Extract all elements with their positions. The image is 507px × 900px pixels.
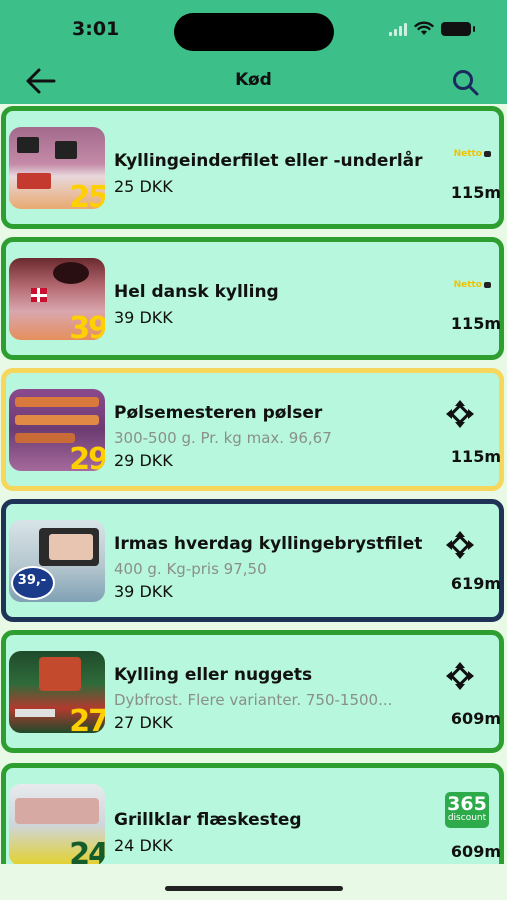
thumb-price-label: 27 <box>69 704 105 734</box>
diamond-arrows-icon <box>446 662 474 690</box>
offer-name: Kylling eller nuggets <box>114 665 313 685</box>
page-title: Kød <box>235 70 272 90</box>
offer-card[interactable]: 24 Grillklar flæskesteg 24 DKK 365 disco… <box>1 763 504 864</box>
offer-distance: 115m <box>450 183 501 202</box>
thumb-price-label: 25 <box>69 180 105 210</box>
offer-card[interactable]: 39,- Irmas hverdag kyllingebrystfilet 40… <box>1 499 504 622</box>
offer-distance: 609m <box>450 709 501 728</box>
store-365-logo: 365 discount <box>445 792 489 828</box>
offer-name: Hel dansk kylling <box>114 282 279 302</box>
offer-distance: 619m <box>450 574 501 593</box>
offer-description: 400 g. Kg-pris 97,50 <box>114 560 267 578</box>
thumb-price-label: 39,- <box>17 573 47 588</box>
offer-name: Pølsemesteren pølser <box>114 403 323 423</box>
offer-list[interactable]: 25 Kyllingeinderfilet eller -underlår 25… <box>0 104 507 864</box>
offer-price: 25 DKK <box>114 177 173 196</box>
netto-logo: Netto <box>454 280 491 290</box>
thumb-price-label: 29 <box>69 442 105 472</box>
offer-price: 39 DKK <box>114 582 173 601</box>
offer-description: 300-500 g. Pr. kg max. 96,67 <box>114 429 332 447</box>
offer-name: Grillklar flæskesteg <box>114 810 302 830</box>
offer-card[interactable]: 27 Kylling eller nuggets Dybfrost. Flere… <box>1 630 504 753</box>
offer-card[interactable]: 39 Hel dansk kylling 39 DKK Netto 115m <box>1 237 504 360</box>
product-image: 25 <box>9 127 105 209</box>
search-icon[interactable] <box>451 68 481 98</box>
offer-card[interactable]: 29 Pølsemesteren pølser 300-500 g. Pr. k… <box>1 368 504 491</box>
cellular-signal-icon <box>389 22 407 36</box>
offer-distance: 115m <box>450 314 501 333</box>
product-image: 39 <box>9 258 105 340</box>
offer-description: Dybfrost. Flere varianter. 750-1500... <box>114 691 393 709</box>
product-image: 29 <box>9 389 105 471</box>
offer-card[interactable]: 25 Kyllingeinderfilet eller -underlår 25… <box>1 106 504 229</box>
battery-icon <box>441 21 475 36</box>
thumb-price-label: 24 <box>69 837 105 865</box>
offer-price: 29 DKK <box>114 451 173 470</box>
status-time: 3:01 <box>72 18 120 40</box>
wifi-icon <box>414 21 434 35</box>
offer-price: 24 DKK <box>114 836 173 855</box>
product-image: 27 <box>9 651 105 733</box>
offer-distance: 115m <box>450 447 501 466</box>
offer-distance: 609m <box>450 842 501 861</box>
offer-name: Irmas hverdag kyllingebrystfilet <box>114 534 423 554</box>
offer-name: Kyllingeinderfilet eller -underlår <box>114 151 423 171</box>
offer-price: 27 DKK <box>114 713 173 732</box>
app-header: 3:01 Kød <box>0 0 507 104</box>
dynamic-island <box>174 13 334 51</box>
product-image: 24 <box>9 784 105 864</box>
thumb-price-label: 39 <box>69 311 105 341</box>
diamond-arrows-icon <box>446 531 474 559</box>
home-indicator[interactable] <box>165 886 343 891</box>
netto-logo: Netto <box>454 149 491 159</box>
diamond-arrows-icon <box>446 400 474 428</box>
offer-price: 39 DKK <box>114 308 173 327</box>
product-image: 39,- <box>9 520 105 602</box>
status-icons <box>389 21 475 36</box>
